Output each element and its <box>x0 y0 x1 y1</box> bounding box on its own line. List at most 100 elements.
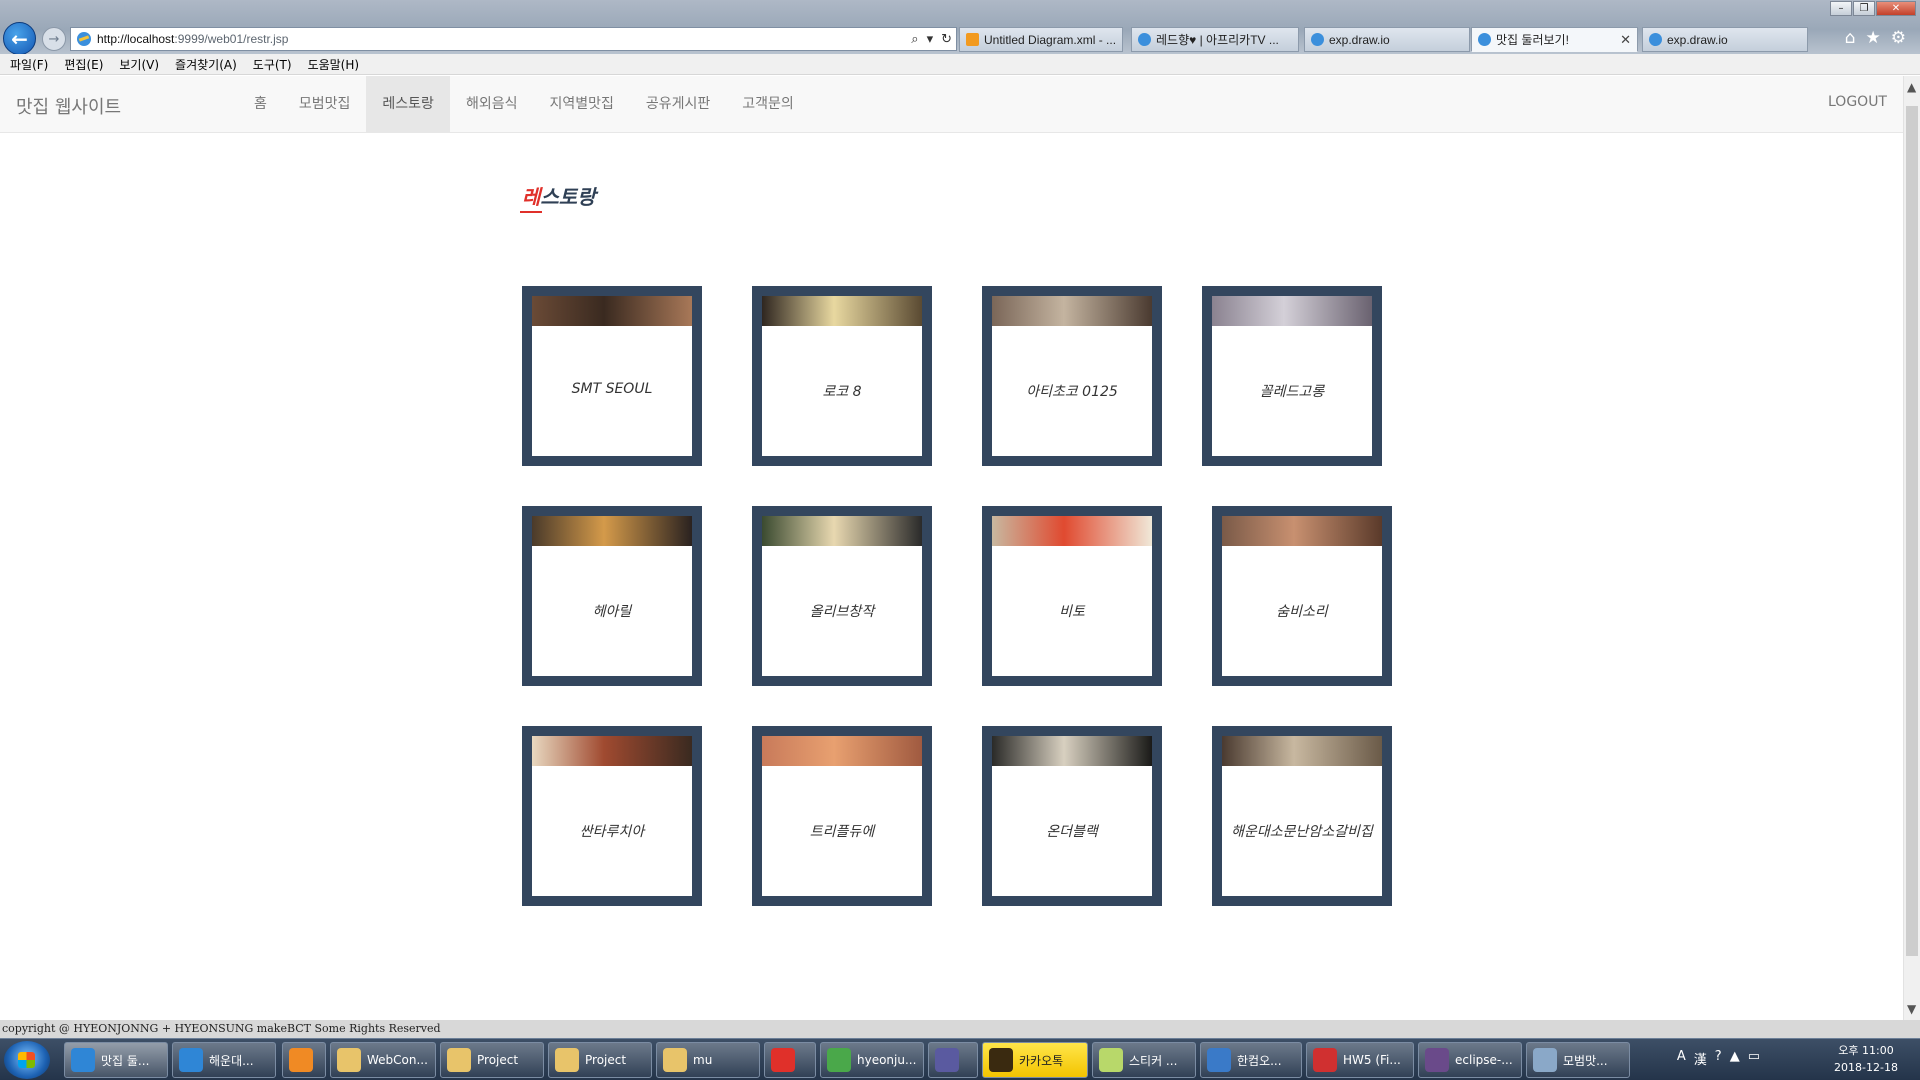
vertical-scrollbar[interactable]: ▲ ▼ <box>1903 76 1920 1020</box>
menu-view[interactable]: 보기(V) <box>119 56 159 73</box>
nav-regional[interactable]: 지역별맛집 <box>533 76 629 133</box>
logout-link[interactable]: LOGOUT <box>1828 94 1887 110</box>
search-icon[interactable]: ⌕ <box>911 32 918 47</box>
tab-exp-drawio-2[interactable]: exp.draw.io <box>1642 27 1808 52</box>
restaurant-name[interactable]: 숨비소리 <box>1222 601 1382 621</box>
taskbar-app-button[interactable]: WebCon... <box>330 1042 436 1078</box>
taskbar-app-button[interactable]: Project <box>548 1042 652 1078</box>
restaurant-name[interactable]: 트리플듀에 <box>762 821 922 841</box>
restaurant-name[interactable]: 헤아릴 <box>532 601 692 621</box>
restaurant-card[interactable]: 온더블랙 <box>982 726 1162 906</box>
taskbar-app-button[interactable]: hyeonju... <box>820 1042 924 1078</box>
menu-tools[interactable]: 도구(T) <box>253 56 292 73</box>
tab-exp-drawio-1[interactable]: exp.draw.io <box>1304 27 1470 52</box>
restaurant-card[interactable]: 올리브창작 <box>752 506 932 686</box>
tab-drawio-diagram[interactable]: Untitled Diagram.xml - ... <box>959 27 1123 52</box>
restaurant-name[interactable]: 해운대소문난암소갈비집 <box>1222 821 1382 841</box>
scroll-up-icon[interactable]: ▲ <box>1907 80 1916 94</box>
restaurant-name[interactable]: 싼타루치아 <box>532 821 692 841</box>
tab-close-icon[interactable]: ✕ <box>1620 32 1631 48</box>
taskbar-app-button[interactable]: mu <box>656 1042 760 1078</box>
taskbar-app-button[interactable]: 카카오톡 <box>982 1042 1088 1078</box>
restaurant-name[interactable]: 올리브창작 <box>762 601 922 621</box>
taskbar-app-label: mu <box>693 1053 713 1067</box>
taskbar-app-button[interactable]: 맛집 둘... <box>64 1042 168 1078</box>
scroll-down-icon[interactable]: ▼ <box>1907 1002 1916 1016</box>
restaurant-card[interactable]: 트리플듀에 <box>752 726 932 906</box>
network-icon[interactable]: ▭ <box>1748 1049 1760 1068</box>
restaurant-card[interactable]: 숨비소리 <box>1212 506 1392 686</box>
menu-edit[interactable]: 편집(E) <box>64 56 103 73</box>
address-url[interactable]: http://localhost:9999/web01/restr.jsp <box>97 32 907 46</box>
restaurant-card[interactable]: 헤아릴 <box>522 506 702 686</box>
restaurant-name[interactable]: 꼴레드고롱 <box>1212 381 1372 401</box>
gear-icon[interactable]: ⚙ <box>1891 28 1906 48</box>
taskbar-app-label: WebCon... <box>367 1053 428 1067</box>
scroll-thumb[interactable] <box>1906 106 1918 956</box>
back-button[interactable]: ← <box>3 22 36 55</box>
taskbar-app-button[interactable]: Project <box>440 1042 544 1078</box>
restaurant-name[interactable]: 로코 8 <box>762 381 922 401</box>
refresh-icon[interactable]: ↻ <box>941 32 952 47</box>
forward-button[interactable]: → <box>42 27 66 51</box>
restaurant-name[interactable]: 비토 <box>992 601 1152 621</box>
nav-restaurant[interactable]: 레스토랑 <box>366 76 450 133</box>
restaurant-card[interactable]: 비토 <box>982 506 1162 686</box>
taskbar-app-label: 카카오톡 <box>1019 1053 1064 1068</box>
nav-home[interactable]: 홈 <box>238 76 283 133</box>
windows-taskbar: 맛집 둘... 해운대... WebCon... Project Project mu hy… <box>0 1038 1920 1080</box>
taskbar-app-button[interactable]: HW5 (Fi... <box>1306 1042 1414 1078</box>
ime-hanja-icon[interactable]: 漢 <box>1694 1049 1707 1068</box>
taskbar-app-button[interactable] <box>764 1042 816 1078</box>
drawio-icon <box>966 33 979 46</box>
ie-page-icon <box>1311 33 1324 46</box>
menu-file[interactable]: 파일(F) <box>10 56 48 73</box>
site-brand[interactable]: 맛집 웹사이트 <box>16 93 121 119</box>
nav-contact[interactable]: 고객문의 <box>726 76 810 133</box>
tab-label: exp.draw.io <box>1329 32 1390 47</box>
close-window-button[interactable]: ✕ <box>1876 1 1916 16</box>
restaurant-card[interactable]: 싼타루치아 <box>522 726 702 906</box>
tab-afreecatv[interactable]: 레드향♥ | 아프리카TV ... <box>1131 27 1299 52</box>
restaurant-card[interactable]: 아티초코 0125 <box>982 286 1162 466</box>
tab-label: exp.draw.io <box>1667 32 1728 47</box>
app-icon <box>989 1048 1013 1072</box>
taskbar-app-button[interactable]: 모범맛... <box>1526 1042 1630 1078</box>
taskbar-app-button[interactable]: eclipse-... <box>1418 1042 1522 1078</box>
dropdown-icon[interactable]: ▾ <box>927 32 934 47</box>
taskbar-app-button[interactable]: 스티커 ... <box>1092 1042 1196 1078</box>
restaurant-name[interactable]: 온더블랙 <box>992 821 1152 841</box>
nav-foreign-food[interactable]: 해외음식 <box>450 76 534 133</box>
nav-board[interactable]: 공유게시판 <box>630 76 726 133</box>
tray-expand-icon[interactable]: ▲ <box>1730 1049 1740 1068</box>
address-bar[interactable]: http://localhost:9999/web01/restr.jsp ⌕ … <box>70 27 957 51</box>
taskbar-app-button[interactable]: 한컴오... <box>1200 1042 1302 1078</box>
menu-help[interactable]: 도움말(H) <box>308 56 360 73</box>
restaurant-card[interactable]: 해운대소문난암소갈비집 <box>1212 726 1392 906</box>
restaurant-name[interactable]: 아티초코 0125 <box>992 381 1152 401</box>
help-icon[interactable]: ? <box>1715 1049 1722 1068</box>
app-icon <box>1425 1048 1449 1072</box>
clock-date: 2018-12-18 <box>1834 1061 1898 1074</box>
taskbar-app-button[interactable]: 해운대... <box>172 1042 276 1078</box>
maximize-button[interactable]: ❐ <box>1853 1 1875 16</box>
url-host: http://localhost <box>97 32 175 46</box>
taskbar-app-button[interactable] <box>282 1042 326 1078</box>
restaurant-name[interactable]: SMT SEOUL <box>532 381 692 397</box>
restaurant-card[interactable]: 꼴레드고롱 <box>1202 286 1382 466</box>
taskbar-app-label: 한컴오... <box>1237 1053 1282 1068</box>
restaurant-photo <box>762 296 922 326</box>
system-clock[interactable]: 오후 11:00 2018-12-18 <box>1826 1042 1906 1076</box>
favorites-star-icon[interactable]: ★ <box>1866 28 1881 48</box>
minimize-button[interactable]: – <box>1830 1 1852 16</box>
ime-alpha-icon[interactable]: A <box>1677 1049 1686 1068</box>
taskbar-app-button[interactable] <box>928 1042 978 1078</box>
site-nav: 홈 모범맛집 레스토랑 해외음식 지역별맛집 공유게시판 고객문의 <box>238 76 810 133</box>
home-icon[interactable]: ⌂ <box>1845 28 1856 48</box>
tab-restaurant-page[interactable]: 맛집 둘러보기! ✕ <box>1471 27 1638 52</box>
restaurant-card[interactable]: SMT SEOUL <box>522 286 702 466</box>
restaurant-card[interactable]: 로코 8 <box>752 286 932 466</box>
start-button[interactable] <box>4 1041 50 1079</box>
menu-favorites[interactable]: 즐겨찾기(A) <box>175 56 237 73</box>
nav-model-restaurants[interactable]: 모범맛집 <box>283 76 367 133</box>
